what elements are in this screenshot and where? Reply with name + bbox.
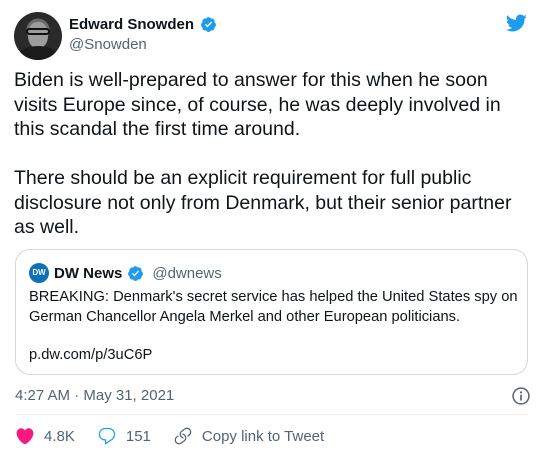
quoted-tweet-text: BREAKING: Denmark's secret service has h… <box>29 289 518 325</box>
quoted-author-name: DW News <box>54 264 123 282</box>
heart-icon <box>16 428 34 445</box>
verified-badge-icon <box>201 17 216 32</box>
tweet-timestamp[interactable]: 4:27 AM · May 31, 2021 <box>15 387 174 404</box>
dw-logo-icon: DW <box>29 263 49 283</box>
tweet-text: Biden is well-prepared to answer for thi… <box>14 69 512 238</box>
link-icon <box>174 427 192 445</box>
action-bar: 4.8K 151 Copy link to Tweet <box>15 426 346 446</box>
reply-count: 151 <box>125 427 151 445</box>
author-name-row[interactable]: Edward Snowden <box>69 16 217 33</box>
avatar-shirt <box>18 46 58 60</box>
author-handle[interactable]: @Snowden <box>69 36 147 53</box>
quoted-tweet-link[interactable]: p.dw.com/p/3uC6P <box>29 347 152 363</box>
like-count: 4.8K <box>44 427 75 445</box>
avatar-face <box>28 22 48 48</box>
reply-button[interactable]: 151 <box>97 426 151 446</box>
tweet-card: Edward Snowden @Snowden Biden is well-pr… <box>0 0 543 457</box>
quoted-verified-badge-icon <box>128 265 144 281</box>
avatar[interactable] <box>14 12 62 60</box>
reply-icon <box>98 427 116 445</box>
copy-link-button[interactable]: Copy link to Tweet <box>173 426 324 446</box>
twitter-bird-icon[interactable] <box>503 12 529 34</box>
dw-logo-text: DW <box>32 268 46 277</box>
copy-link-label: Copy link to Tweet <box>201 427 325 445</box>
like-button[interactable]: 4.8K <box>15 426 75 446</box>
avatar-glasses <box>26 28 50 35</box>
quoted-author-handle: @dwnews <box>152 264 222 282</box>
quoted-tweet-header: DW DW News @dwnews <box>29 263 222 283</box>
info-icon[interactable] <box>511 386 531 406</box>
quoted-tweet[interactable]: DW DW News @dwnews BREAKING: Denmark's s… <box>15 249 528 375</box>
author-name[interactable]: Edward Snowden <box>69 16 194 33</box>
divider <box>15 414 528 415</box>
